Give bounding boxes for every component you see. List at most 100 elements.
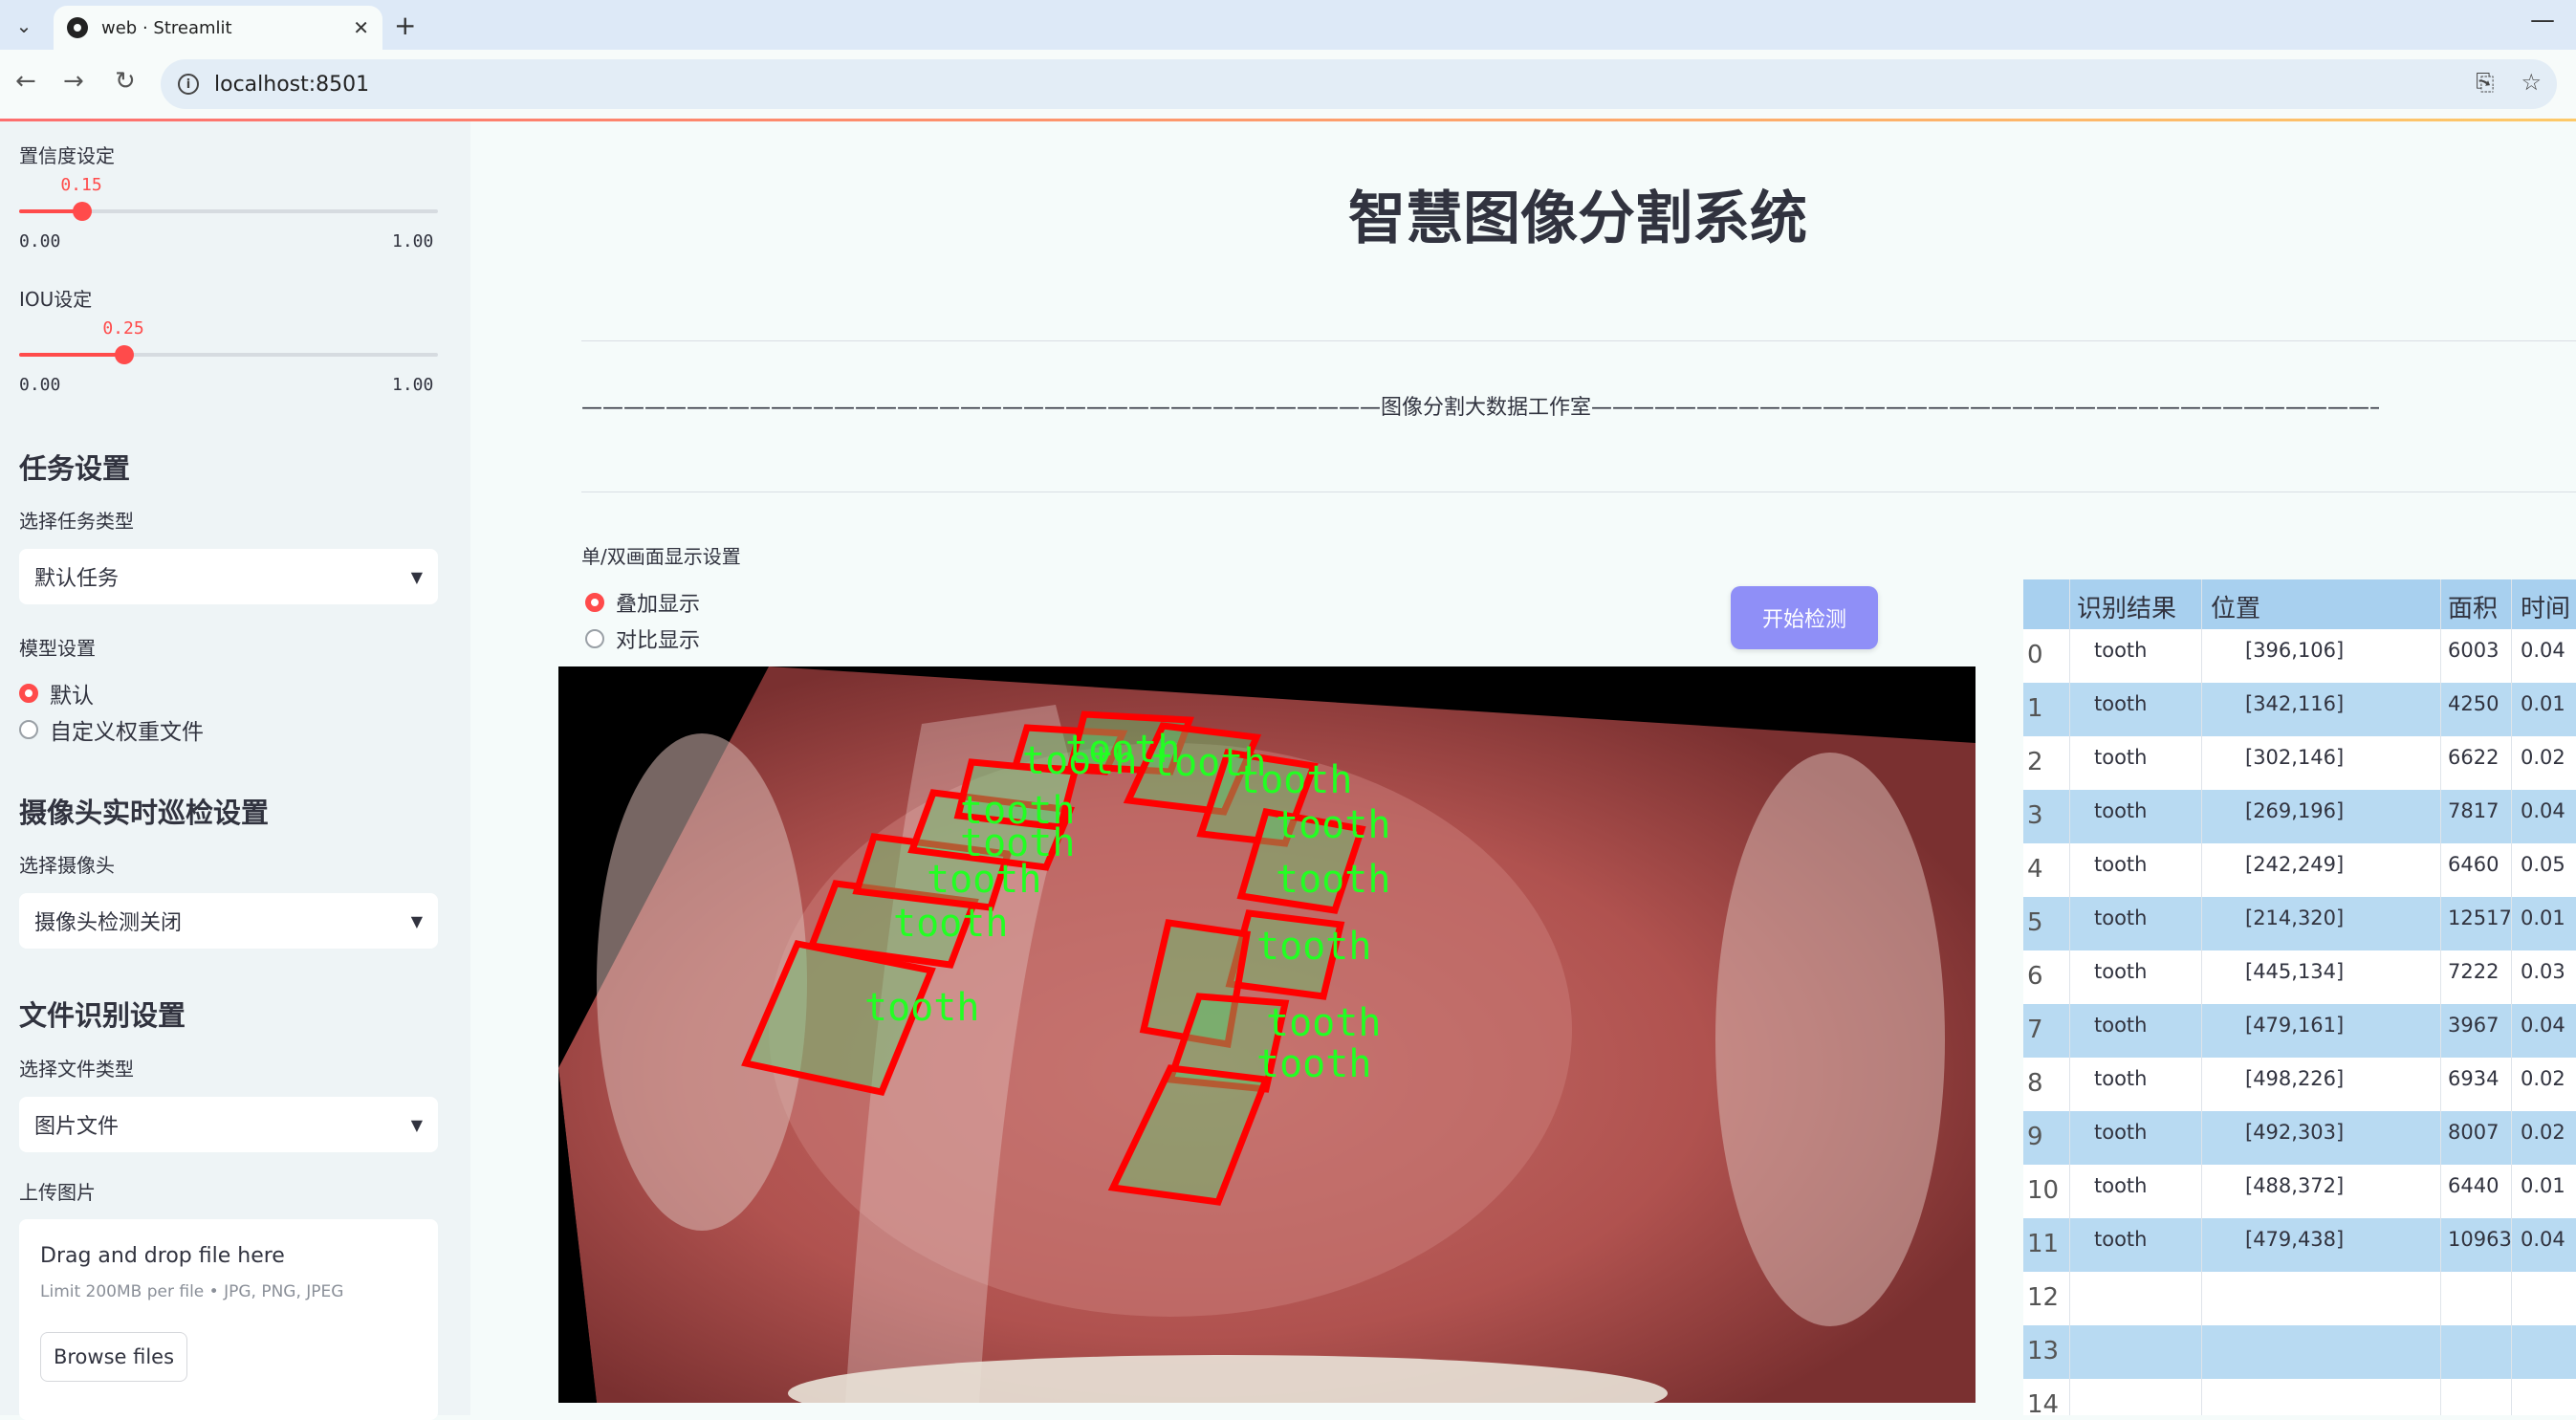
table-row[interactable]: 7 tooth [479,161] 3967 0.04 [2023, 1004, 2576, 1058]
row-area: 12517 [2448, 907, 2512, 929]
iou-slider[interactable] [19, 345, 438, 364]
row-area: 6003 [2448, 639, 2500, 662]
row-result: tooth [2094, 746, 2148, 769]
forward-arrow-icon[interactable]: → [63, 67, 84, 96]
row-time: 0.05 [2521, 853, 2565, 876]
file-type-select[interactable]: 图片文件 ▼ [19, 1097, 438, 1152]
radio-unselected-icon[interactable] [585, 629, 604, 648]
translate-icon[interactable]: ⎘ [2476, 69, 2494, 96]
task-type-value: 默认任务 [34, 567, 120, 591]
start-detection-button[interactable]: 开始检测 [1731, 586, 1878, 649]
row-result: tooth [2094, 907, 2148, 929]
row-position: [488,372] [2245, 1174, 2345, 1197]
row-result: tooth [2094, 1014, 2148, 1037]
row-position: [242,249] [2245, 853, 2345, 876]
reload-icon[interactable]: ↻ [115, 67, 136, 96]
table-row[interactable]: 4 tooth [242,249] 6460 0.05 [2023, 843, 2576, 897]
back-arrow-icon[interactable]: ← [15, 67, 36, 96]
iou-slider-thumb[interactable] [114, 345, 134, 364]
row-time: 0.04 [2521, 1228, 2565, 1251]
divider-top [581, 340, 2576, 341]
table-row[interactable]: 13 [2023, 1325, 2576, 1379]
camera-label: 选择摄像头 [19, 854, 115, 877]
camera-select[interactable]: 摄像头检测关闭 ▼ [19, 893, 438, 949]
row-index: 4 [2027, 855, 2043, 884]
row-result: tooth [2094, 1174, 2148, 1197]
camera-settings-heading: 摄像头实时巡检设置 [19, 797, 270, 829]
browse-files-button[interactable]: Browse files [40, 1332, 187, 1382]
chevron-down-icon: ▼ [410, 567, 423, 586]
row-area: 10963 [2448, 1228, 2512, 1251]
radio-unselected-icon[interactable] [19, 720, 38, 739]
tab-title: web · Streamlit [101, 17, 232, 38]
table-row[interactable]: 6 tooth [445,134] 7222 0.03 [2023, 950, 2576, 1004]
close-tab-icon[interactable]: ✕ [353, 16, 369, 39]
model-radio-custom[interactable]: 自定义权重文件 [19, 713, 204, 746]
site-info-icon[interactable]: i [178, 74, 199, 95]
tooth-label: tooth [1256, 1042, 1371, 1086]
confidence-slider[interactable] [19, 202, 438, 221]
new-tab-plus-icon[interactable]: + [394, 10, 416, 41]
model-radio-default[interactable]: 默认 [19, 677, 94, 710]
row-index: 9 [2027, 1123, 2043, 1151]
radio-selected-icon[interactable] [19, 684, 38, 703]
row-time: 0.04 [2521, 639, 2565, 662]
table-row[interactable]: 2 tooth [302,146] 6622 0.02 [2023, 736, 2576, 790]
tooth-label: tooth [1276, 858, 1390, 902]
chevron-down-icon: ▼ [410, 1115, 423, 1134]
row-area: 6934 [2448, 1067, 2500, 1090]
file-uploader-dropzone[interactable]: Drag and drop file here Limit 200MB per … [19, 1219, 438, 1420]
row-index: 2 [2027, 748, 2043, 776]
confidence-slider-thumb[interactable] [72, 202, 92, 221]
tab-search-chevron-icon[interactable]: ⌄ [8, 10, 40, 42]
minimize-window-icon[interactable]: — [2530, 6, 2555, 34]
radio-selected-icon[interactable] [585, 593, 604, 612]
confidence-max: 1.00 [392, 231, 434, 251]
upload-title: Drag and drop file here [40, 1244, 285, 1268]
row-result: tooth [2094, 1067, 2148, 1090]
address-bar[interactable]: i localhost:8501 ⎘ ☆ [161, 59, 2557, 109]
row-time: 0.01 [2521, 1174, 2565, 1197]
row-position: [492,303] [2245, 1121, 2345, 1144]
row-index: 13 [2027, 1337, 2060, 1365]
row-area: 8007 [2448, 1121, 2500, 1144]
bookmark-star-icon[interactable]: ☆ [2521, 69, 2542, 96]
iou-max: 1.00 [392, 375, 434, 395]
streamlit-favicon-icon [67, 17, 88, 38]
tooth-label: tooth [864, 986, 979, 1030]
table-row[interactable]: 9 tooth [492,303] 8007 0.02 [2023, 1111, 2576, 1165]
column-divider [2440, 579, 2441, 1415]
browser-tabbar: ⌄ web · Streamlit ✕ + — [0, 0, 2576, 50]
table-row[interactable]: 0 tooth [396,106] 6003 0.04 [2023, 629, 2576, 683]
table-row[interactable]: 8 tooth [498,226] 6934 0.02 [2023, 1058, 2576, 1111]
row-area: 6460 [2448, 853, 2500, 876]
row-result: tooth [2094, 799, 2148, 822]
table-row[interactable]: 10 tooth [488,372] 6440 0.01 [2023, 1165, 2576, 1218]
row-index: 14 [2027, 1390, 2060, 1415]
display-radio-compare[interactable]: 对比显示 [585, 623, 700, 654]
table-row[interactable]: 14 [2023, 1379, 2576, 1415]
table-row[interactable]: 5 tooth [214,320] 12517 0.01 [2023, 897, 2576, 950]
column-divider [2511, 579, 2512, 1415]
row-position: [396,106] [2245, 639, 2345, 662]
display-option-overlay: 叠加显示 [616, 593, 701, 617]
table-row[interactable]: 3 tooth [269,196] 7817 0.04 [2023, 790, 2576, 843]
url-text[interactable]: localhost:8501 [214, 73, 369, 97]
display-radio-overlay[interactable]: 叠加显示 [585, 587, 700, 618]
task-type-select[interactable]: 默认任务 ▼ [19, 549, 438, 604]
row-index: 3 [2027, 801, 2043, 830]
tooth-label: tooth [1266, 1001, 1381, 1045]
table-row[interactable]: 1 tooth [342,116] 4250 0.01 [2023, 683, 2576, 736]
tooth-label: tooth [1276, 803, 1390, 847]
row-result: tooth [2094, 1228, 2148, 1251]
row-position: [479,161] [2245, 1014, 2345, 1037]
browser-tab[interactable]: web · Streamlit ✕ [54, 6, 382, 50]
header-result: 识别结果 [2077, 595, 2177, 623]
row-index: 12 [2027, 1283, 2060, 1312]
confidence-value: 0.15 [60, 175, 102, 195]
row-index: 7 [2027, 1016, 2043, 1044]
row-position: [342,116] [2245, 692, 2345, 715]
table-row[interactable]: 11 tooth [479,438] 10963 0.04 [2023, 1218, 2576, 1272]
row-position: [214,320] [2245, 907, 2345, 929]
table-row[interactable]: 12 [2023, 1272, 2576, 1325]
